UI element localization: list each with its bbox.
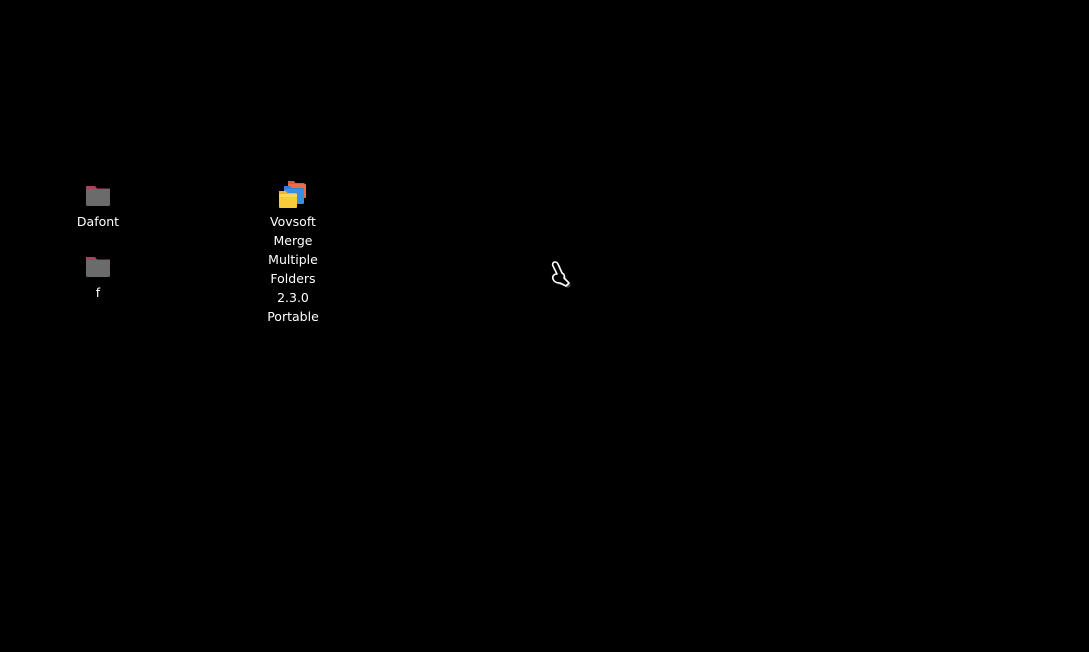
desktop-icon-label: f — [95, 285, 101, 300]
desktop-icon-label: Dafont — [76, 214, 120, 229]
label-line: Merge — [273, 233, 313, 248]
folder-icon — [86, 186, 110, 206]
label-line: Vovsoft — [270, 214, 316, 229]
stacked-folders-icon — [279, 181, 306, 208]
desktop-icon-dafont[interactable]: Dafont — [63, 181, 133, 231]
desktop-icon-label: Vovsoft Merge Multiple Folders 2.3.0 Por… — [267, 212, 319, 326]
label-line: Folders — [270, 271, 316, 286]
desktop-icon-vovsoft-merge-multiple-folders[interactable]: Vovsoft Merge Multiple Folders 2.3.0 Por… — [258, 181, 328, 326]
desktop-icon-f[interactable]: f — [63, 252, 133, 302]
label-line: Portable — [267, 309, 319, 324]
hand-pointer-icon — [551, 261, 571, 288]
label-line: Multiple — [268, 252, 318, 267]
folder-icon — [86, 257, 110, 277]
desktop[interactable]: Dafont f Vovsoft Merge Multiple Folders — [0, 0, 1089, 652]
label-line: 2.3.0 — [277, 290, 309, 305]
